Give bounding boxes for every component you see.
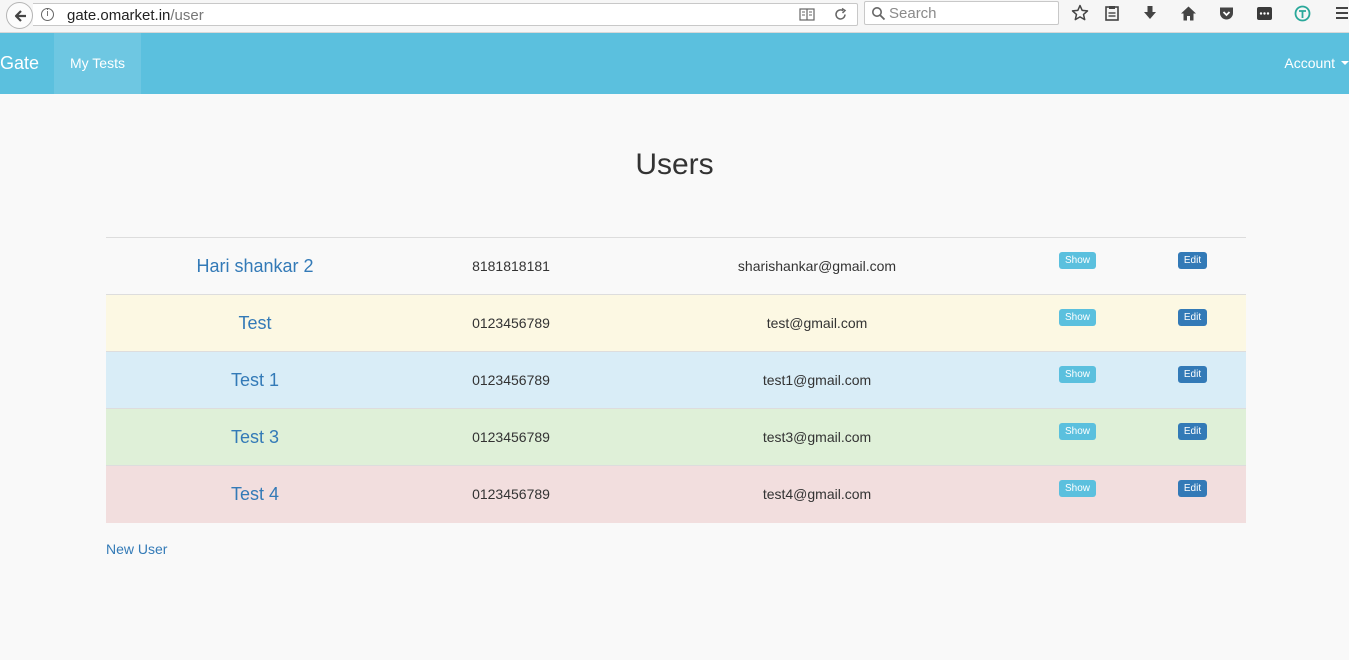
- table-row: Test 3 0123456789 test3@gmail.com Show E…: [106, 408, 1246, 466]
- show-button[interactable]: Show: [1058, 251, 1096, 269]
- browser-search-input[interactable]: [889, 3, 1054, 23]
- page-title: Users: [635, 148, 714, 181]
- user-phone: 8181818181: [472, 258, 550, 274]
- caret-down-icon: [1341, 61, 1349, 65]
- show-button[interactable]: Show: [1058, 365, 1096, 383]
- user-email: test3@gmail.com: [762, 429, 872, 445]
- edit-button[interactable]: Edit: [1177, 308, 1208, 326]
- url-host: gate.omarket.in: [67, 7, 171, 24]
- reader-view-icon[interactable]: [799, 8, 815, 21]
- table-row: Test 1 0123456789 test1@gmail.com Show E…: [106, 351, 1246, 409]
- table-row: Test 0123456789 test@gmail.com Show Edit: [106, 294, 1246, 352]
- browser-search-box[interactable]: [864, 1, 1059, 25]
- user-phone: 0123456789: [472, 315, 550, 331]
- extension-icon[interactable]: [1255, 4, 1273, 22]
- table-row: Test 4 0123456789 test4@gmail.com Show E…: [106, 465, 1246, 523]
- edit-button[interactable]: Edit: [1177, 479, 1208, 497]
- user-name-link[interactable]: Test 1: [231, 370, 279, 390]
- users-table: Hari shankar 2 8181818181 sharishankar@g…: [106, 237, 1246, 523]
- user-name-link[interactable]: Test 3: [231, 427, 279, 447]
- user-name-link[interactable]: Hari shankar 2: [196, 256, 313, 276]
- pocket-icon[interactable]: [1217, 4, 1235, 22]
- nav-my-tests[interactable]: My Tests: [54, 33, 141, 94]
- show-button[interactable]: Show: [1058, 308, 1096, 326]
- show-button[interactable]: Show: [1058, 422, 1096, 440]
- bookmarks-list-icon[interactable]: [1103, 4, 1121, 22]
- user-name-link[interactable]: Test: [238, 313, 271, 333]
- home-icon[interactable]: [1179, 4, 1197, 22]
- info-icon[interactable]: i: [41, 8, 54, 21]
- reload-icon[interactable]: [833, 7, 848, 22]
- user-phone: 0123456789: [472, 486, 550, 503]
- new-user-link[interactable]: New User: [106, 541, 167, 557]
- browser-toolbar: i gate.omarket.in/user: [0, 0, 1349, 33]
- app-navbar: Gate My Tests Account: [0, 33, 1349, 94]
- url-path: /user: [170, 7, 204, 24]
- user-name-link[interactable]: Test 4: [231, 484, 279, 504]
- back-button[interactable]: [6, 2, 33, 29]
- user-phone: 0123456789: [472, 372, 550, 388]
- user-email: test@gmail.com: [766, 315, 868, 331]
- search-icon: [872, 7, 886, 21]
- account-label: Account: [1284, 55, 1335, 71]
- url-text[interactable]: gate.omarket.in/user: [67, 7, 204, 24]
- download-icon[interactable]: [1141, 4, 1159, 22]
- bookmark-star-icon[interactable]: [1071, 4, 1089, 22]
- user-email: sharishankar@gmail.com: [737, 258, 897, 274]
- account-dropdown[interactable]: Account: [1284, 33, 1349, 94]
- translate-extension-icon[interactable]: [1293, 4, 1311, 22]
- user-phone: 0123456789: [472, 429, 550, 445]
- show-button[interactable]: Show: [1058, 479, 1096, 497]
- table-row: Hari shankar 2 8181818181 sharishankar@g…: [106, 237, 1246, 295]
- arrow-left-icon: [14, 9, 26, 22]
- edit-button[interactable]: Edit: [1177, 365, 1208, 383]
- url-bar[interactable]: i gate.omarket.in/user: [33, 3, 858, 26]
- user-email: test4@gmail.com: [762, 486, 872, 503]
- user-email: test1@gmail.com: [762, 372, 872, 388]
- brand-link[interactable]: Gate: [0, 33, 39, 94]
- edit-button[interactable]: Edit: [1177, 422, 1208, 440]
- edit-button[interactable]: Edit: [1177, 251, 1208, 269]
- menu-icon[interactable]: [1333, 4, 1349, 22]
